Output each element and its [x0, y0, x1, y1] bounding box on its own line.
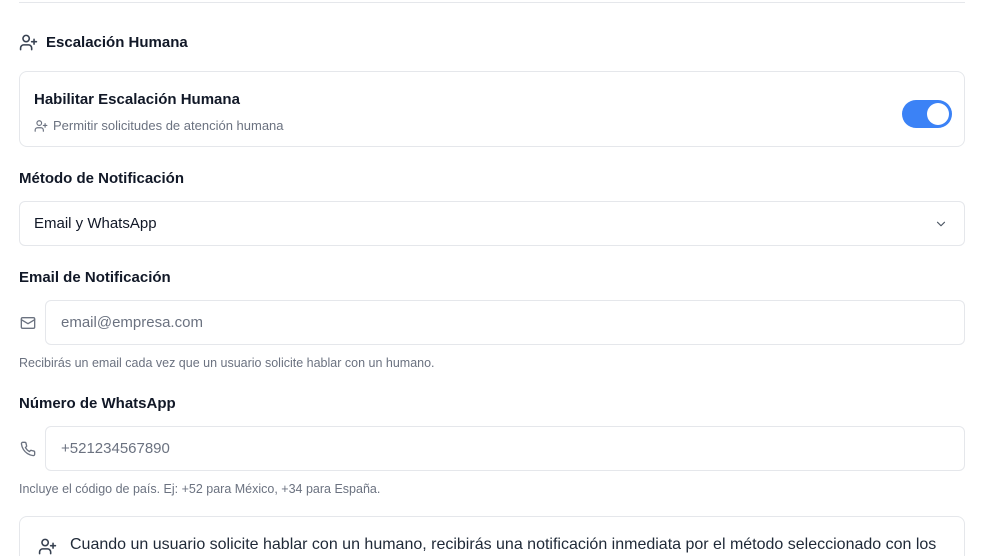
- top-divider: [19, 2, 965, 3]
- notification-method-value: Email y WhatsApp: [34, 215, 157, 232]
- user-plus-icon: [34, 119, 48, 133]
- info-card: Cuando un usuario solicite hablar con un…: [19, 516, 965, 556]
- phone-icon: [20, 441, 36, 457]
- escalation-toggle-card: Habilitar Escalación Humana Permitir sol…: [19, 71, 965, 147]
- toggle-description: Permitir solicitudes de atención humana: [34, 118, 284, 133]
- email-label: Email de Notificación: [19, 269, 171, 286]
- email-help-text: Recibirás un email cada vez que un usuar…: [19, 356, 435, 370]
- notification-method-select[interactable]: Email y WhatsApp: [19, 201, 965, 246]
- section-header: Escalación Humana: [19, 32, 188, 52]
- section-title: Escalación Humana: [46, 33, 188, 51]
- email-field[interactable]: [45, 300, 965, 345]
- info-text: Cuando un usuario solicite hablar con un…: [70, 536, 937, 553]
- toggle-knob: [927, 103, 949, 125]
- toggle-title: Habilitar Escalación Humana: [34, 91, 240, 108]
- whatsapp-label: Número de WhatsApp: [19, 395, 176, 412]
- escalation-toggle-switch[interactable]: [902, 100, 952, 128]
- notification-method-label: Método de Notificación: [19, 170, 184, 187]
- user-plus-icon: [19, 33, 38, 52]
- mail-icon: [20, 315, 36, 331]
- whatsapp-help-text: Incluye el código de país. Ej: +52 para …: [19, 482, 381, 496]
- user-plus-icon: [38, 537, 57, 556]
- chevron-down-icon: [934, 217, 948, 231]
- whatsapp-number-field[interactable]: [45, 426, 965, 471]
- toggle-description-text: Permitir solicitudes de atención humana: [53, 118, 284, 133]
